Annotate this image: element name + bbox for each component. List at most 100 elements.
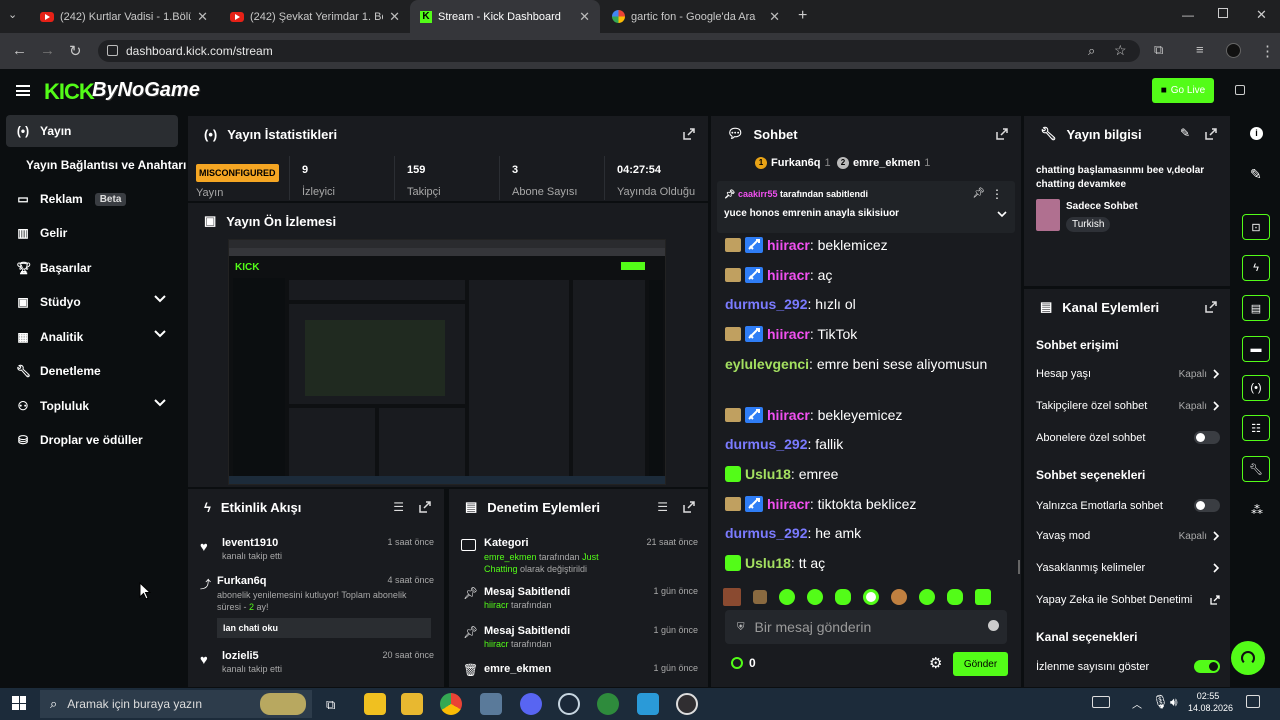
browser-tab-kick[interactable]: K Stream - Kick Dashboard ✕ — [410, 0, 600, 33]
taskbar-app-ship[interactable] — [480, 693, 502, 715]
chat-username[interactable]: durmus_292 — [725, 296, 807, 312]
stream-preview-video[interactable]: KICK — [228, 239, 666, 485]
browser-tab-kurtlar[interactable]: (242) Kurtlar Vadisi - 1.Bölüm / ✕ — [30, 0, 218, 33]
close-window-button[interactable]: ✕ — [1256, 7, 1267, 23]
emote[interactable] — [947, 589, 963, 605]
chat-input[interactable]: ⛨ Bir mesaj gönderin — [725, 610, 1007, 644]
kick-logo[interactable]: KICK — [44, 79, 95, 105]
rail-document-button[interactable]: ▤ — [1242, 295, 1270, 321]
rail-wrench-button[interactable]: 🔧︎ — [1242, 456, 1270, 482]
sidebar-item-denetleme[interactable]: 🔧︎ Denetleme — [6, 355, 178, 387]
account-age-row[interactable]: Hesap yaşı Kapalı — [1036, 368, 1220, 380]
profile-avatar[interactable] — [1226, 43, 1241, 58]
emote[interactable] — [779, 589, 795, 605]
reload-icon[interactable]: ↻ — [69, 42, 82, 60]
popout-icon[interactable] — [682, 500, 696, 514]
emote-avatar[interactable] — [723, 588, 741, 606]
sidebar-item-studyo[interactable]: ▣ Stüdyo — [6, 286, 178, 318]
sidebar-item-stream-key[interactable]: Yayın Bağlantısı ve Anahtarı — [16, 149, 186, 181]
tab-list-button[interactable]: ⌄ — [8, 8, 17, 21]
taskbar-clock[interactable]: 02:55 14.08.2026 — [1188, 690, 1233, 714]
slow-mode-row[interactable]: Yavaş mod Kapalı — [1036, 530, 1220, 542]
media-icon[interactable]: ≡ — [1196, 42, 1204, 57]
sidebar-item-gelir[interactable]: ▥ Gelir — [6, 217, 178, 249]
show-viewers-toggle[interactable] — [1194, 660, 1220, 673]
sidebar-item-yayin[interactable]: (•) Yayın — [6, 115, 178, 147]
pinned-message[interactable]: 📌︎ caakirr55 tarafından sabitlendi yuce … — [717, 181, 1015, 233]
hamburger-menu-icon[interactable] — [16, 85, 30, 96]
popout-icon[interactable] — [995, 127, 1009, 141]
more-options-icon[interactable]: ⋮ — [991, 187, 1003, 201]
sidebar-item-topluluk[interactable]: ⚇ Topluluk — [6, 390, 178, 422]
site-info-icon[interactable] — [107, 45, 118, 56]
tray-up-icon[interactable]: ︿ — [1132, 696, 1142, 711]
taskbar-file-explorer[interactable] — [401, 693, 423, 715]
chat-username[interactable]: Uslu18 — [745, 466, 791, 482]
maximize-button[interactable] — [1218, 8, 1228, 18]
emote[interactable] — [919, 589, 935, 605]
chat-username[interactable]: durmus_292 — [725, 436, 807, 452]
ai-moderation-row[interactable]: Yapay Zeka ile Sohbet Denetimi — [1036, 594, 1220, 606]
chat-username[interactable]: hiiracr — [767, 496, 810, 512]
banned-words-row[interactable]: Yasaklanmış kelimeler — [1036, 562, 1220, 574]
rail-broadcast-button[interactable]: (•) — [1242, 375, 1270, 401]
chat-scrollbar[interactable] — [1018, 560, 1020, 574]
windows-start-icon[interactable] — [12, 696, 26, 710]
popout-icon[interactable] — [682, 127, 696, 141]
emote[interactable] — [753, 590, 767, 604]
task-view-icon[interactable]: ⧉ — [326, 697, 335, 713]
microphone-icon[interactable]: 🎙︎ — [1152, 694, 1169, 710]
new-tab-button[interactable]: + — [798, 7, 807, 25]
chat-username[interactable]: eylulevgenci — [725, 356, 809, 372]
rail-stack-button[interactable]: ☷ — [1242, 415, 1270, 441]
popout-icon[interactable] — [418, 500, 432, 514]
chat-username[interactable]: Uslu18 — [745, 555, 791, 571]
filter-icon[interactable]: ☰ — [657, 500, 668, 514]
chat-username[interactable]: hiiracr — [767, 267, 810, 283]
emote[interactable] — [891, 589, 907, 605]
top-gifter[interactable]: 2 emre_ekmen 1 — [837, 157, 930, 169]
sidebar-item-reklam[interactable]: ▭ Reklam Beta — [6, 183, 178, 215]
chat-username[interactable]: hiiracr — [767, 407, 810, 423]
edit-pencil-icon[interactable]: ✎ — [1180, 126, 1190, 140]
emoji-icon[interactable] — [988, 620, 999, 631]
moderation-user[interactable]: emre_ekmen — [484, 552, 537, 562]
browser-menu-icon[interactable]: ⋮ — [1260, 42, 1275, 60]
taskbar-obs[interactable] — [676, 693, 698, 715]
back-icon[interactable]: ← — [12, 42, 27, 59]
close-icon[interactable]: ✕ — [769, 9, 780, 25]
emote[interactable] — [975, 589, 991, 605]
close-icon[interactable]: ✕ — [197, 9, 208, 25]
filter-icon[interactable]: ☰ — [393, 500, 404, 514]
rail-camera-button[interactable]: ⊡ — [1242, 214, 1270, 240]
rail-chat-button[interactable]: ▬ — [1242, 336, 1270, 362]
go-live-button[interactable]: ■ Go Live — [1152, 78, 1214, 103]
forward-icon[interactable]: → — [40, 42, 55, 59]
top-gifter[interactable]: 1 Furkan6q 1 — [755, 157, 831, 169]
unpin-icon[interactable]: 📌︎ — [972, 188, 985, 199]
browser-tab-sevkat[interactable]: (242) Şevkat Yerimdar 1. Bölüm ✕ — [220, 0, 410, 33]
followers-only-row[interactable]: Takipçilere özel sohbet Kapalı — [1036, 400, 1220, 412]
subs-only-toggle[interactable] — [1194, 431, 1220, 444]
notification-icon[interactable] — [1246, 695, 1260, 708]
rail-lightning-button[interactable]: ϟ — [1242, 255, 1270, 281]
chat-username[interactable]: hiiracr — [767, 326, 810, 342]
taskbar-app-r[interactable] — [364, 693, 386, 715]
taskbar-app-blue[interactable] — [637, 693, 659, 715]
address-bar[interactable]: dashboard.kick.com/stream — [98, 40, 1140, 62]
channel-points[interactable]: 0 — [731, 656, 756, 670]
chat-username[interactable]: hiiracr — [767, 237, 810, 253]
emote[interactable] — [835, 589, 851, 605]
support-headset-button[interactable] — [1231, 641, 1265, 675]
layout-toggle-icon[interactable] — [1235, 85, 1245, 95]
edit-pencil-icon[interactable]: ✎ — [1250, 166, 1262, 183]
sidebar-item-analitik[interactable]: ▦ Analitik — [6, 321, 178, 353]
taskbar-search[interactable]: ⌕ Aramak için buraya yazın — [40, 690, 312, 718]
chevron-down-icon[interactable] — [997, 211, 1007, 218]
sidebar-item-droplar[interactable]: ⛁ Droplar ve ödüller — [6, 424, 178, 456]
browser-tab-google[interactable]: gartic fon - Google'da Ara ✕ — [602, 0, 790, 33]
taskbar-chrome[interactable] — [440, 693, 462, 715]
speaker-icon[interactable]: 🔊︎ — [1170, 695, 1178, 710]
moderation-user[interactable]: hiiracr — [484, 600, 509, 610]
emote[interactable] — [807, 589, 823, 605]
